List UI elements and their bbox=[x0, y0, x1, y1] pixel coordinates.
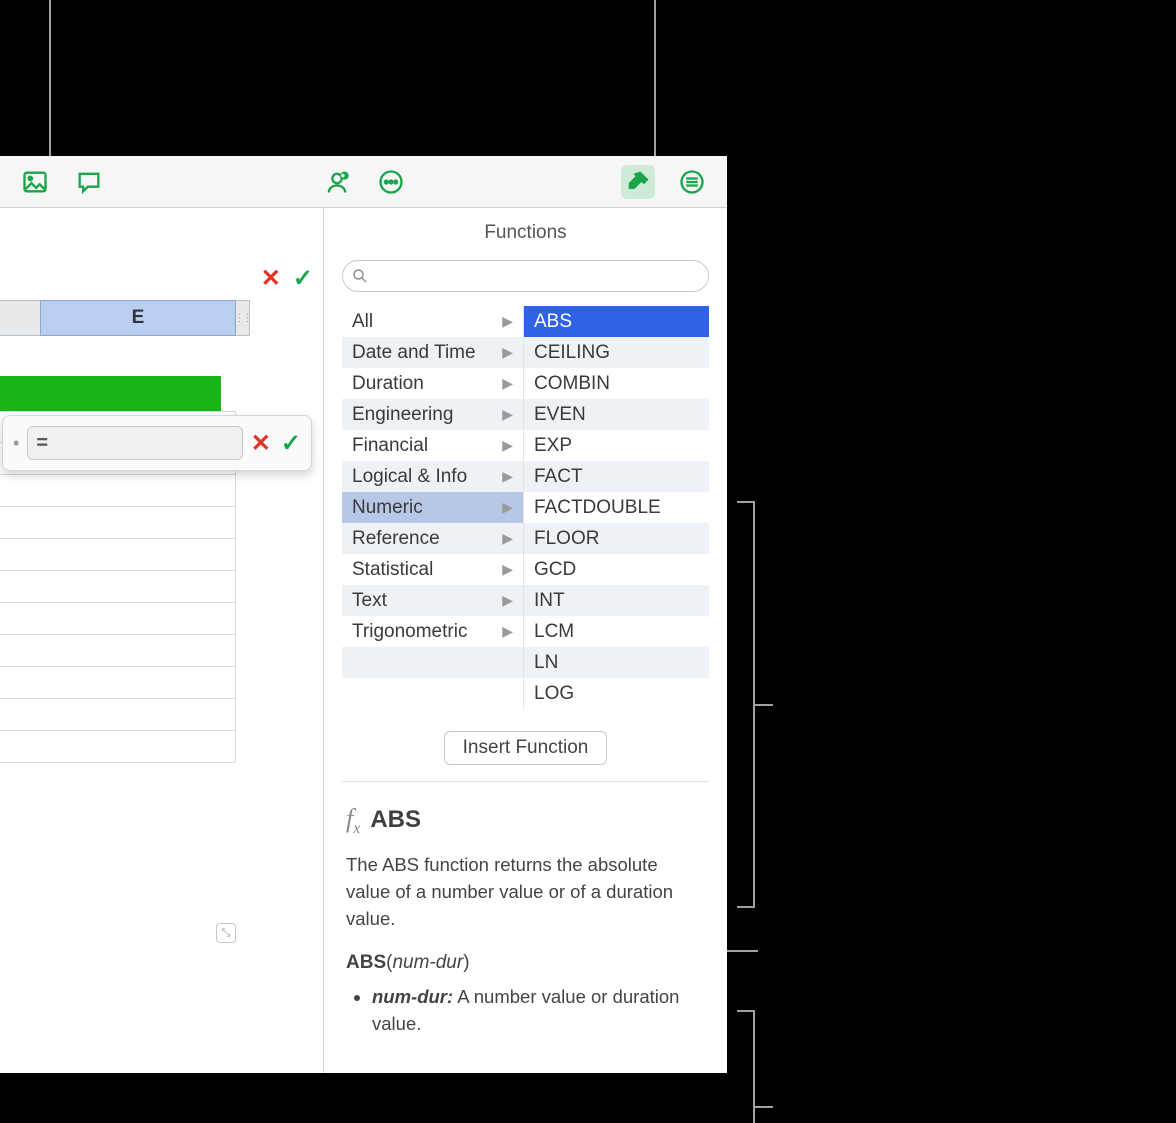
function-item[interactable]: EVEN bbox=[524, 399, 709, 430]
category-item[interactable]: Date and Time▶ bbox=[342, 337, 523, 368]
category-item[interactable]: Logical & Info▶ bbox=[342, 461, 523, 492]
app-window: ✕ ✓ E ⤡ bbox=[0, 156, 727, 1073]
organize-button[interactable] bbox=[675, 165, 709, 199]
accept-icon[interactable]: ✓ bbox=[293, 264, 313, 293]
chevron-right-icon: ▶ bbox=[502, 499, 513, 516]
formula-accept-icon[interactable]: ✓ bbox=[281, 429, 301, 458]
category-item[interactable]: Reference▶ bbox=[342, 523, 523, 554]
cell[interactable] bbox=[0, 475, 236, 507]
chevron-right-icon: ▶ bbox=[502, 375, 513, 392]
chevron-right-icon: ▶ bbox=[502, 313, 513, 330]
cell[interactable] bbox=[0, 635, 236, 667]
callout-bracket bbox=[737, 501, 755, 908]
format-brush-button[interactable] bbox=[621, 165, 655, 199]
cell[interactable] bbox=[0, 571, 236, 603]
toolbar bbox=[0, 156, 727, 208]
cell[interactable] bbox=[0, 603, 236, 635]
formula-cancel-icon[interactable]: ✕ bbox=[251, 429, 271, 458]
cancel-icon[interactable]: ✕ bbox=[261, 264, 281, 293]
function-item[interactable]: INT bbox=[524, 585, 709, 616]
functions-sidebar: Functions All▶Date and Time▶Duration▶Eng… bbox=[324, 208, 727, 1073]
cell[interactable] bbox=[0, 699, 236, 731]
category-item[interactable]: Trigonometric▶ bbox=[342, 616, 523, 647]
formula-editor-handle[interactable]: • bbox=[13, 434, 19, 452]
category-item[interactable]: All▶ bbox=[342, 306, 523, 337]
cell[interactable] bbox=[0, 539, 236, 571]
media-button[interactable] bbox=[18, 165, 52, 199]
callout-line bbox=[755, 704, 773, 706]
help-signature: ABS(num-dur) bbox=[346, 949, 705, 977]
help-argument: num-dur: A number value or duration valu… bbox=[372, 984, 705, 1038]
chevron-right-icon: ▶ bbox=[502, 437, 513, 454]
callout-line bbox=[755, 1106, 773, 1108]
category-item[interactable]: Numeric▶ bbox=[342, 492, 523, 523]
column-header-row: E bbox=[0, 300, 250, 336]
search-icon bbox=[351, 267, 369, 285]
function-browser: All▶Date and Time▶Duration▶Engineering▶F… bbox=[342, 306, 709, 709]
function-help-panel: fx ABS The ABS function returns the abso… bbox=[324, 782, 727, 1062]
help-description: The ABS function returns the absolute va… bbox=[346, 852, 705, 932]
chevron-right-icon: ▶ bbox=[502, 344, 513, 361]
category-item[interactable] bbox=[342, 647, 523, 678]
column-header-e[interactable]: E bbox=[40, 300, 236, 336]
collaborate-button[interactable] bbox=[320, 165, 354, 199]
function-item[interactable]: FACTDOUBLE bbox=[524, 492, 709, 523]
column-resize-handle[interactable] bbox=[236, 300, 250, 336]
chevron-right-icon: ▶ bbox=[502, 530, 513, 547]
function-item[interactable]: ABS bbox=[524, 306, 709, 337]
function-item[interactable]: LOG bbox=[524, 678, 709, 709]
chevron-right-icon: ▶ bbox=[502, 592, 513, 609]
formula-input[interactable]: = bbox=[27, 426, 242, 460]
fx-icon: fx bbox=[346, 800, 360, 840]
formula-editor: • = ✕ ✓ bbox=[2, 415, 312, 471]
function-search-input[interactable] bbox=[342, 260, 709, 292]
chevron-right-icon: ▶ bbox=[502, 468, 513, 485]
sidebar-title: Functions bbox=[324, 208, 727, 250]
main-area: ✕ ✓ E ⤡ bbox=[0, 208, 727, 1073]
category-item[interactable]: Duration▶ bbox=[342, 368, 523, 399]
function-item[interactable]: GCD bbox=[524, 554, 709, 585]
category-item[interactable]: Statistical▶ bbox=[342, 554, 523, 585]
cell[interactable] bbox=[0, 667, 236, 699]
function-item[interactable]: CEILING bbox=[524, 337, 709, 368]
category-item[interactable]: Engineering▶ bbox=[342, 399, 523, 430]
category-item[interactable]: Text▶ bbox=[342, 585, 523, 616]
function-item[interactable]: LCM bbox=[524, 616, 709, 647]
chevron-right-icon: ▶ bbox=[502, 561, 513, 578]
function-item[interactable]: EXP bbox=[524, 430, 709, 461]
insert-function-button[interactable]: Insert Function bbox=[444, 731, 608, 765]
comment-button[interactable] bbox=[72, 165, 106, 199]
category-list: All▶Date and Time▶Duration▶Engineering▶F… bbox=[342, 306, 524, 709]
category-item[interactable] bbox=[342, 678, 523, 709]
function-item[interactable]: LN bbox=[524, 647, 709, 678]
callout-line bbox=[654, 0, 656, 157]
function-list: ABSCEILINGCOMBINEVENEXPFACTFACTDOUBLEFLO… bbox=[524, 306, 709, 709]
callout-bracket bbox=[737, 1010, 755, 1123]
more-button[interactable] bbox=[374, 165, 408, 199]
cell[interactable] bbox=[0, 507, 236, 539]
function-item[interactable]: COMBIN bbox=[524, 368, 709, 399]
header-row-cell[interactable] bbox=[0, 376, 221, 411]
chevron-right-icon: ▶ bbox=[502, 406, 513, 423]
function-item[interactable]: FLOOR bbox=[524, 523, 709, 554]
formula-bar-controls: ✕ ✓ bbox=[261, 264, 313, 293]
table-expand-handle[interactable]: ⤡ bbox=[216, 923, 236, 943]
function-item[interactable]: FACT bbox=[524, 461, 709, 492]
cell[interactable] bbox=[0, 731, 236, 763]
category-item[interactable]: Financial▶ bbox=[342, 430, 523, 461]
column-header-blank[interactable] bbox=[0, 300, 40, 336]
help-function-name: ABS bbox=[370, 803, 421, 838]
spreadsheet-area[interactable]: ✕ ✓ E ⤡ bbox=[0, 208, 324, 1073]
chevron-right-icon: ▶ bbox=[502, 623, 513, 640]
